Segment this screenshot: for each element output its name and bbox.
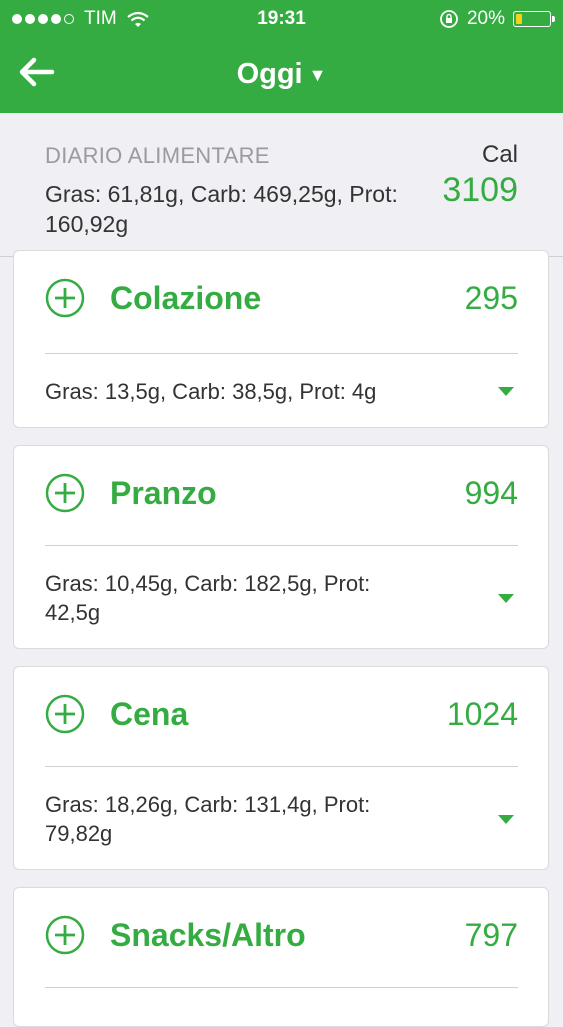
battery-icon xyxy=(513,11,555,27)
page-title: Oggi xyxy=(236,58,303,90)
status-bar: TIM 19:31 20% xyxy=(0,0,563,38)
divider xyxy=(45,353,518,354)
plus-circle-icon[interactable] xyxy=(45,694,85,734)
rotation-lock-icon xyxy=(440,10,458,28)
caret-down-icon[interactable] xyxy=(498,815,514,824)
meal-calories: 797 xyxy=(464,917,518,953)
meal-name: Colazione xyxy=(110,280,262,316)
meal-macros: Gras: 18,26g, Carb: 131,4g, Prot: 79,82g xyxy=(45,792,371,846)
meal-macros: Gras: 13,5g, Carb: 38,5g, Prot: 4g xyxy=(45,379,377,404)
meal-card-cena: Cena 1024 Gras: 18,26g, Carb: 131,4g, Pr… xyxy=(13,666,549,870)
caret-down-icon[interactable] xyxy=(498,594,514,603)
meal-calories: 1024 xyxy=(446,696,518,732)
calories-label: Cal xyxy=(481,141,518,168)
meal-header[interactable]: Snacks/Altro 797 xyxy=(14,888,548,984)
divider xyxy=(45,545,518,546)
total-calories: 3109 xyxy=(442,171,518,209)
meal-calories: 994 xyxy=(464,475,518,511)
plus-circle-icon[interactable] xyxy=(45,473,85,513)
meal-calories: 295 xyxy=(464,280,518,316)
caret-down-icon: ▼ xyxy=(308,64,327,85)
diary-label: DIARIO ALIMENTARE xyxy=(45,143,270,168)
total-macros: Gras: 61,81g, Carb: 469,25g, Prot: 160,9… xyxy=(45,181,398,237)
top-bar: TIM 19:31 20% Oggi ▼ xyxy=(0,0,563,113)
plus-circle-icon[interactable] xyxy=(45,915,85,955)
caret-down-icon[interactable] xyxy=(498,387,514,396)
date-selector[interactable]: Oggi ▼ xyxy=(0,58,563,91)
battery-percent: 20% xyxy=(466,8,505,29)
status-right: 20% xyxy=(439,8,555,30)
battery-fill xyxy=(516,14,522,24)
plus-circle-icon[interactable] xyxy=(45,278,85,318)
meal-name: Cena xyxy=(110,696,189,732)
food-diary-summary: DIARIO ALIMENTARE Gras: 61,81g, Carb: 46… xyxy=(0,113,563,257)
meal-card-colazione: Colazione 295 Gras: 13,5g, Carb: 38,5g, … xyxy=(13,250,549,428)
navigation-bar: Oggi ▼ xyxy=(0,38,563,113)
meal-header[interactable]: Cena 1024 xyxy=(14,667,548,763)
meal-name: Snacks/Altro xyxy=(110,917,306,953)
meal-header[interactable]: Pranzo 994 xyxy=(14,446,548,542)
meal-macros: Gras: 10,45g, Carb: 182,5g, Prot: 42,5g xyxy=(45,571,371,625)
divider xyxy=(45,987,518,988)
meal-card-pranzo: Pranzo 994 Gras: 10,45g, Carb: 182,5g, P… xyxy=(13,445,549,649)
meal-header[interactable]: Colazione 295 xyxy=(14,251,548,347)
meal-name: Pranzo xyxy=(110,475,217,511)
meal-card-snacks: Snacks/Altro 797 xyxy=(13,887,549,1027)
divider xyxy=(45,766,518,767)
